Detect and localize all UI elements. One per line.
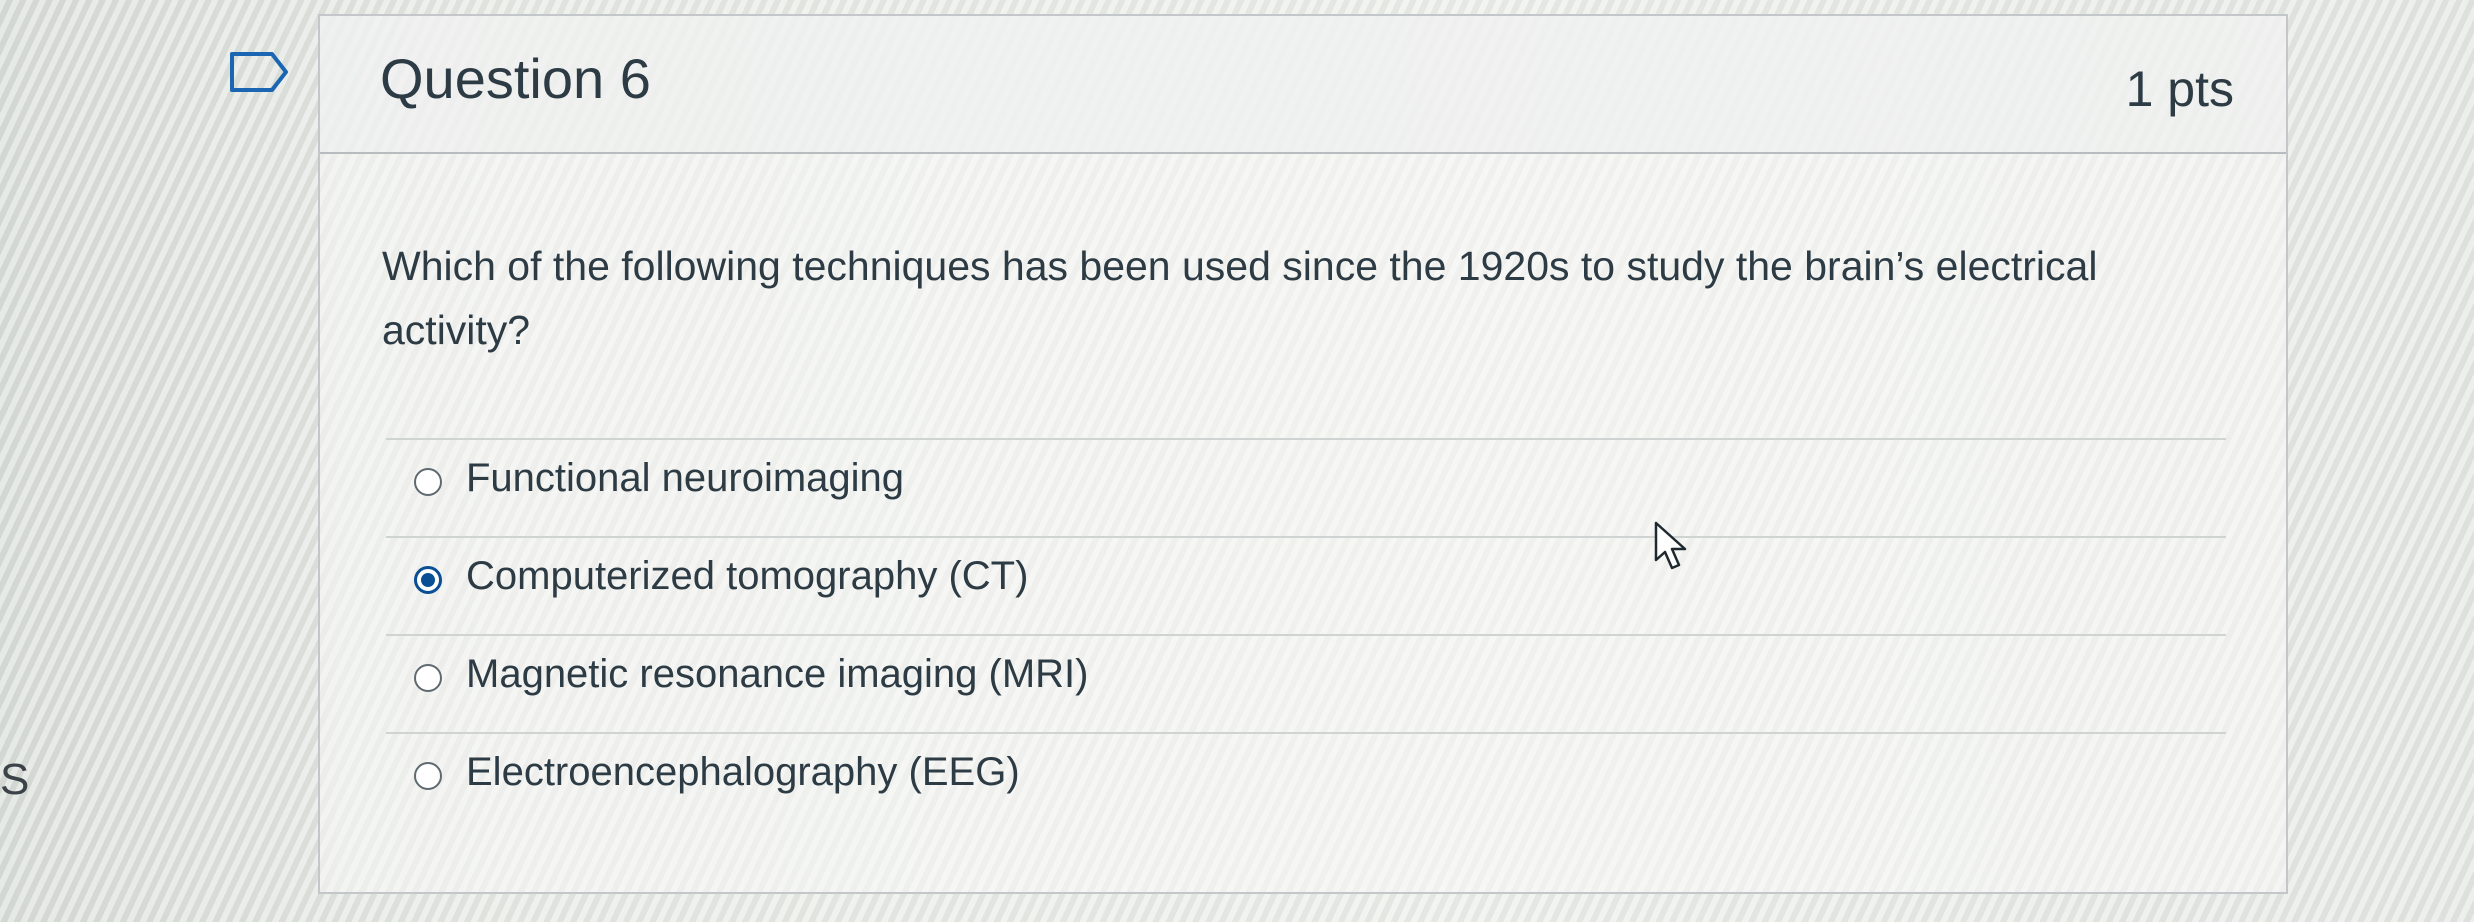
mouse-pointer-icon <box>1654 521 1687 570</box>
answer-label[interactable]: Computerized tomography (CT) <box>466 554 1028 599</box>
question-header: Question 6 1 pts <box>320 16 2286 154</box>
question-text: Which of the following techniques has be… <box>382 243 2098 353</box>
radio-button[interactable] <box>414 468 442 496</box>
answer-label[interactable]: Magnetic resonance imaging (MRI) <box>466 652 1088 697</box>
answer-option-magnetic-resonance-imaging[interactable]: Magnetic resonance imaging (MRI) <box>386 636 2226 734</box>
question-title: Question 6 <box>380 47 651 110</box>
answer-label[interactable]: Electroencephalography (EEG) <box>466 750 1020 795</box>
answer-option-computerized-tomography[interactable]: Computerized tomography (CT) <box>386 538 2226 636</box>
radio-button-selected[interactable] <box>414 566 442 594</box>
edge-text: S <box>0 755 30 804</box>
answer-option-functional-neuroimaging[interactable]: Functional neuroimaging <box>386 440 2226 538</box>
question-points: 1 pts <box>2125 61 2234 117</box>
flag-icon[interactable] <box>228 48 292 96</box>
question-card: Question 6 1 pts Which of the following … <box>318 14 2288 894</box>
radio-button[interactable] <box>414 664 442 692</box>
radio-button[interactable] <box>414 762 442 790</box>
answer-option-electroencephalography[interactable]: Electroencephalography (EEG) <box>386 734 2226 832</box>
answer-label[interactable]: Functional neuroimaging <box>466 456 904 501</box>
